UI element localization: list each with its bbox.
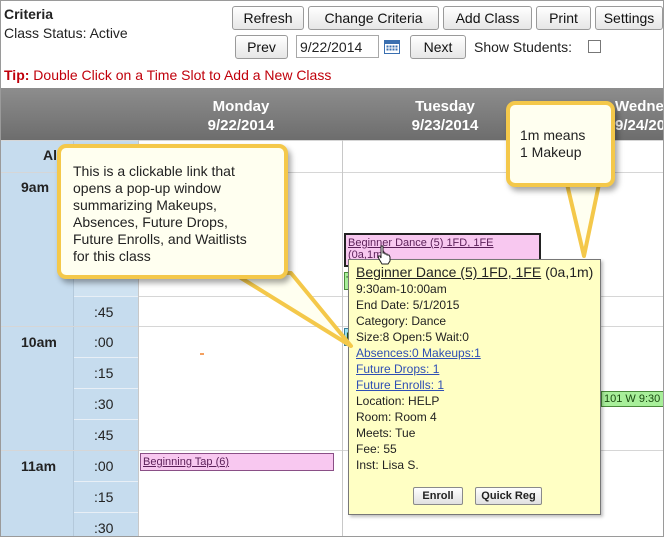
minute-label[interactable]: :15 [94, 365, 113, 381]
callout-line: Absences, Future Drops, [73, 214, 228, 230]
minute-label[interactable]: :45 [94, 427, 113, 443]
hour-label-10am: 10am [21, 334, 57, 350]
class-block-beginning-tap[interactable]: Beginning Tap (6) [140, 453, 334, 471]
day-date: 9/24/20 [615, 117, 664, 134]
hand-cursor-icon [377, 245, 391, 265]
refresh-button[interactable]: Refresh [232, 6, 304, 30]
future-enrolls-link[interactable]: Future Enrolls: 1 [356, 378, 444, 392]
absences-makeups-link[interactable]: Absences:0 Makeups:1 [356, 346, 481, 360]
add-class-button[interactable]: Add Class [443, 6, 532, 30]
settings-button[interactable]: Settings [595, 6, 663, 30]
minute-label[interactable]: :15 [94, 489, 113, 505]
popup-end-date: End Date: 5/1/2015 [356, 298, 460, 312]
change-criteria-button[interactable]: Change Criteria [308, 6, 439, 30]
prev-button[interactable]: Prev [235, 35, 288, 59]
popup-fee: Fee: 55 [356, 442, 397, 456]
popup-room: Room: Room 4 [356, 410, 437, 424]
minute-label[interactable]: :00 [94, 458, 113, 474]
popup-title: Beginner Dance (5) 1FD, 1FE (0a,1m) [356, 264, 593, 280]
day-header-wednesday[interactable]: Wedne 9/24/20 [615, 97, 664, 135]
minute-label[interactable]: :00 [94, 334, 113, 350]
day-name: Wedne [615, 98, 664, 115]
popup-time: 9:30am-10:00am [356, 282, 447, 296]
calendar-icon[interactable] [384, 39, 400, 54]
popup-meets: Meets: Tue [356, 426, 416, 440]
class-summary-popup: Beginner Dance (5) 1FD, 1FE (0a,1m) 9:30… [348, 259, 601, 515]
enroll-button[interactable]: Enroll [413, 487, 463, 505]
left-callout-pointer [231, 271, 353, 348]
day-name: Monday [212, 98, 270, 115]
day-header-monday[interactable]: Monday 9/22/2014 [141, 97, 341, 135]
minute-label[interactable]: :45 [94, 304, 113, 320]
stray-mark [200, 353, 204, 355]
class-block-wednesday[interactable]: 101 W 9:30 [601, 391, 663, 407]
callout-line: opens a pop-up window [73, 180, 221, 196]
hour-label-9am: 9am [21, 179, 50, 195]
popup-size: Size:8 Open:5 Wait:0 [356, 330, 469, 344]
callout-line: summarizing Makeups, [73, 197, 217, 213]
popup-location: Location: HELP [356, 394, 440, 408]
popup-category: Category: Dance [356, 314, 447, 328]
show-students-label: Show Students: [474, 39, 573, 55]
callout-line: Future Enrolls, and Waitlists [73, 231, 247, 247]
minute-label[interactable]: :30 [94, 396, 113, 412]
tip-prefix: Tip: [4, 67, 30, 83]
tip-message: Double Click on a Time Slot to Add a New… [29, 67, 332, 83]
date-input[interactable] [296, 35, 379, 58]
app-window: Criteria Class Status: Active Refresh Ch… [0, 0, 664, 537]
criteria-title: Criteria [4, 6, 54, 22]
future-drops-link[interactable]: Future Drops: 1 [356, 362, 439, 376]
callout-line: 1 Makeup [520, 144, 582, 160]
callout-line: This is a clickable link that [73, 163, 235, 179]
annotation-callout-right: 1m means 1 Makeup [506, 101, 615, 187]
next-button[interactable]: Next [410, 35, 466, 59]
grid-column-divider [342, 140, 343, 536]
class-status-text: Class Status: Active [4, 25, 128, 41]
hour-label-11am: 11am [21, 458, 57, 474]
callout-line: 1m means [520, 127, 586, 143]
day-date: 9/22/2014 [207, 117, 275, 134]
popup-title-suffix: (0a,1m) [541, 264, 594, 280]
right-callout-pointer [565, 182, 601, 258]
quick-reg-button[interactable]: Quick Reg [475, 487, 542, 505]
popup-class-link[interactable]: Beginner Dance (5) 1FD, 1FE [356, 264, 541, 280]
show-students-checkbox[interactable] [588, 40, 601, 53]
tip-text: Tip: Double Click on a Time Slot to Add … [4, 67, 331, 83]
callout-line: for this class [73, 248, 151, 264]
print-button[interactable]: Print [536, 6, 591, 30]
popup-instructor: Inst: Lisa S. [356, 458, 419, 472]
minute-label[interactable]: :30 [94, 520, 113, 536]
annotation-callout-left: This is a clickable link that opens a po… [57, 144, 288, 279]
